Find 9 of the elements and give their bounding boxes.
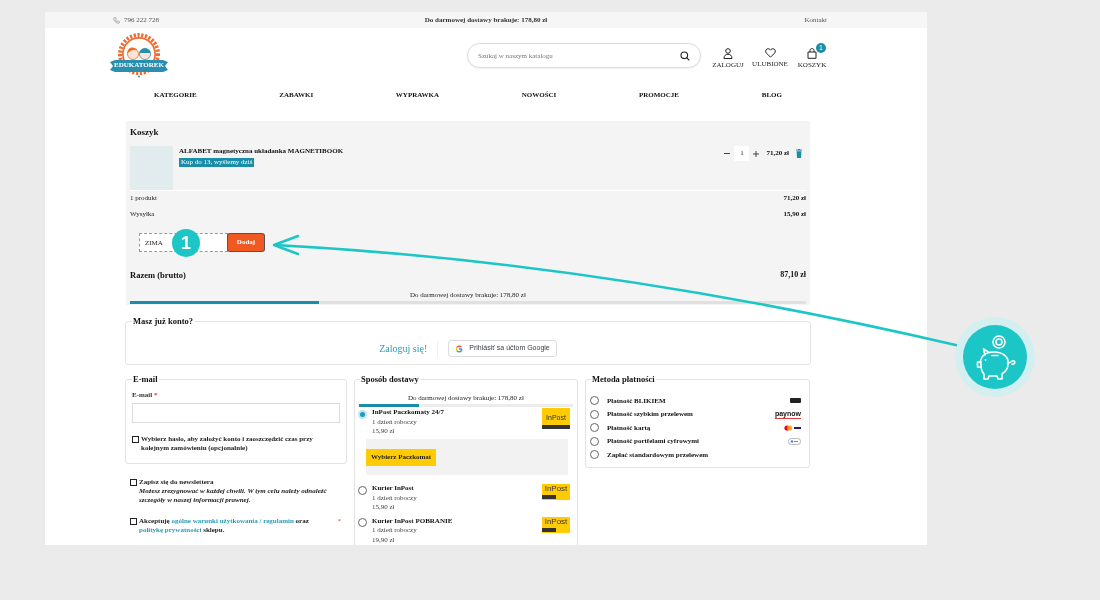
panel-title: E-mail xyxy=(132,374,159,385)
inpost-courier-logo: InPost xyxy=(542,516,570,533)
total-label: Razem (brutto) xyxy=(130,268,186,282)
inpost-courier-logo: InPost xyxy=(542,484,570,500)
panel-title: Masz już konto? xyxy=(132,316,194,327)
cart-title: Koszyk xyxy=(130,127,160,138)
total-value: 87,10 zł xyxy=(780,269,806,281)
panel-title: Metoda płatności xyxy=(591,374,656,385)
panel-title: Sposób dostawy xyxy=(360,374,420,385)
